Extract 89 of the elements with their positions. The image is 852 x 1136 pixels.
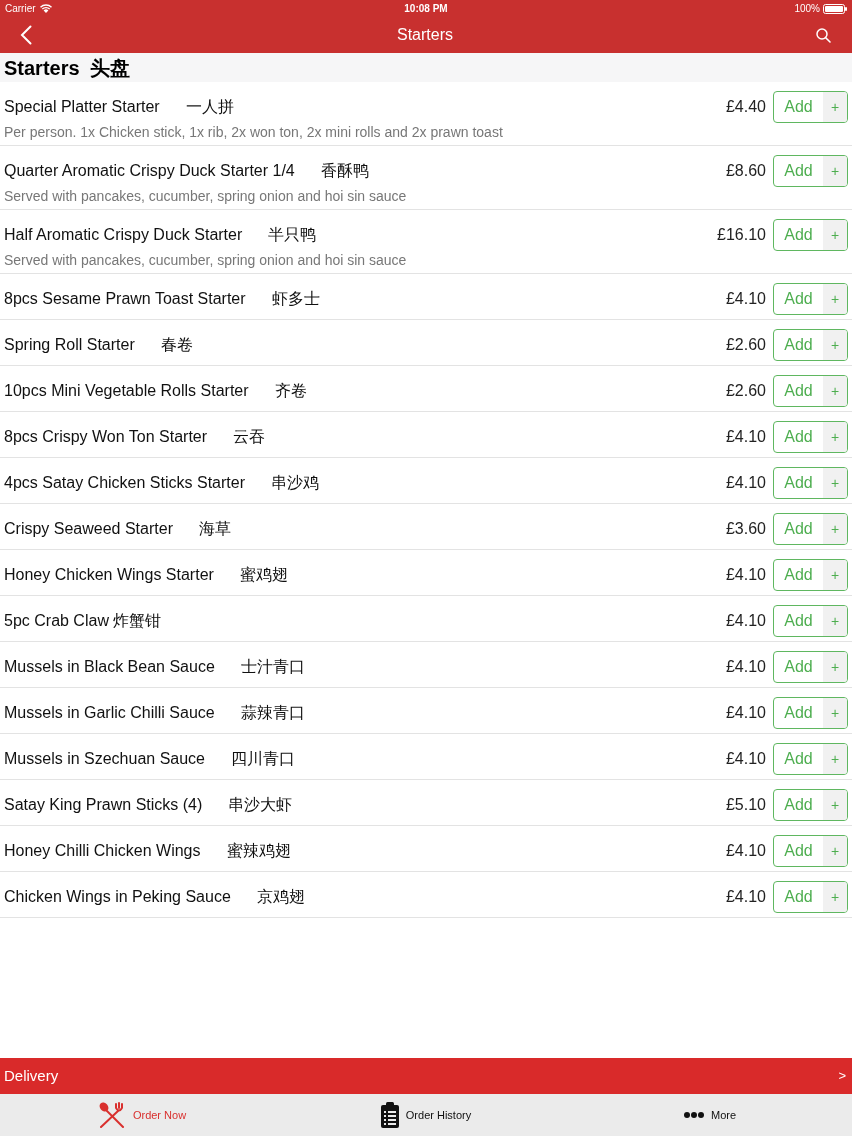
item-name: Satay King Prawn Sticks (4): [4, 795, 203, 815]
delivery-bar[interactable]: Delivery >: [0, 1058, 852, 1094]
item-name-chinese: 半只鸭: [268, 225, 317, 245]
item-name-chinese: 四川青口: [231, 749, 295, 769]
item-name: Mussels in Garlic Chilli Sauce: [4, 703, 215, 723]
item-name: Quarter Aromatic Crispy Duck Starter 1/4: [4, 161, 295, 181]
item-name-chinese: 蒜辣青口: [240, 703, 305, 723]
back-chevron-icon: [20, 25, 32, 45]
item-price: £4.10: [725, 289, 766, 309]
menu-item-row[interactable]: Mussels in Garlic Chilli Sauce 蒜辣青口 £4.10 Add +: [0, 688, 852, 734]
item-name: Half Aromatic Crispy Duck Starter: [4, 225, 243, 245]
menu-item-row[interactable]: Crispy Seaweed Starter 海草 £3.60 Add +: [0, 504, 852, 550]
item-price: £8.60: [725, 161, 766, 181]
nav-title: Starters: [397, 25, 453, 45]
status-time: 10:08 PM: [404, 2, 448, 16]
item-name-chinese: 蜜辣鸡翅: [226, 841, 291, 861]
menu-item-row[interactable]: Spring Roll Starter 春卷 £2.60 Add +: [0, 320, 852, 366]
item-price: £3.60: [725, 519, 766, 539]
menu-item-row[interactable]: Half Aromatic Crispy Duck Starter 半只鸭 £16.10 Add + Served with pancakes, cucumber, spring onion and hoi sin sauce: [0, 210, 852, 274]
item-price: £4.10: [725, 565, 766, 585]
menu-item-row[interactable]: 5pc Crab Claw 炸蟹钳 £4.10 Add +: [0, 596, 852, 642]
item-price: £4.10: [725, 841, 766, 861]
item-name: 4pcs Satay Chicken Sticks Starter: [4, 473, 245, 493]
item-price: £4.10: [725, 703, 766, 723]
menu-item-row[interactable]: Chicken Wings in Peking Sauce 京鸡翅 £4.10 Add +: [0, 872, 852, 918]
item-price: £4.10: [725, 427, 766, 447]
item-name-chinese: 串沙大虾: [228, 795, 293, 815]
item-name-chinese: 海草: [198, 519, 231, 539]
item-price: £2.60: [725, 335, 766, 355]
item-name-chinese: 一人拼: [185, 97, 234, 117]
item-name: Chicken Wings in Peking Sauce: [4, 887, 231, 907]
item-name: Mussels in Black Bean Sauce: [4, 657, 215, 677]
menu-item-row[interactable]: 10pcs Mini Vegetable Rolls Starter 齐卷 £2.60 Add +: [0, 366, 852, 412]
menu-item-row[interactable]: Special Platter Starter 一人拼 £4.40 Add + Per person. 1x Chicken stick, 1x rib, 2x won ton, 2x mini rolls and 2x prawn toast: [0, 82, 852, 146]
search-icon: [816, 27, 831, 43]
item-description: Served with pancakes, cucumber, spring onion and hoi sin sauce: [4, 187, 408, 205]
item-description: Per person. 1x Chicken stick, 1x rib, 2x won ton, 2x mini rolls and 2x prawn toast: [4, 123, 504, 141]
menu-item-row[interactable]: Honey Chilli Chicken Wings 蜜辣鸡翅 £4.10 Add +: [0, 826, 852, 872]
item-name: Mussels in Szechuan Sauce: [4, 749, 205, 769]
carrier-label: Carrier: [5, 2, 36, 16]
item-name: Honey Chilli Chicken Wings: [4, 841, 201, 861]
menu-item-row[interactable]: Quarter Aromatic Crispy Duck Starter 1/4 香酥鸭 £8.60 Add + Served with pancakes, cucumber, spring onion and hoi sin sauce: [0, 146, 852, 210]
item-price: £2.60: [725, 381, 766, 401]
item-name: Crispy Seaweed Starter: [4, 519, 173, 539]
item-price: £4.10: [725, 887, 766, 907]
menu-item-row[interactable]: 8pcs Sesame Prawn Toast Starter 虾多士 £4.10 Add +: [0, 274, 852, 320]
item-name-chinese: 虾多士: [271, 289, 320, 309]
more-dots-icon: [683, 1112, 704, 1118]
item-price: £4.40: [725, 97, 766, 117]
item-name: 5pc Crab Claw 炸蟹钳: [4, 611, 162, 631]
tab-item[interactable]: More: [568, 1094, 852, 1136]
item-name: Honey Chicken Wings Starter: [4, 565, 214, 585]
search-button[interactable]: [816, 27, 832, 43]
item-name: 8pcs Crispy Won Ton Starter: [4, 427, 208, 447]
menu-item-row[interactable]: 4pcs Satay Chicken Sticks Starter 串沙鸡 £4.10 Add +: [0, 458, 852, 504]
item-price: £4.10: [725, 611, 766, 631]
item-price: £5.10: [725, 795, 766, 815]
battery-icon: [823, 3, 847, 14]
item-price: £4.10: [725, 473, 766, 493]
crossed-fork-spoon-icon: [97, 1102, 126, 1128]
item-description: Served with pancakes, cucumber, spring onion and hoi sin sauce: [4, 251, 408, 269]
item-name-chinese: 京鸡翅: [256, 887, 305, 907]
tab-item[interactable]: Order History: [284, 1094, 568, 1136]
menu-item-row[interactable]: Mussels in Szechuan Sauce 四川青口 £4.10 Add +: [0, 734, 852, 780]
back-button[interactable]: [20, 24, 34, 46]
item-price: £16.10: [717, 225, 766, 245]
menu-item-row[interactable]: Honey Chicken Wings Starter 蜜鸡翅 £4.10 Add +: [0, 550, 852, 596]
item-name-chinese: 香酥鸭: [320, 161, 369, 181]
menu-item-row[interactable]: Mussels in Black Bean Sauce 士汁青口 £4.10 Add +: [0, 642, 852, 688]
item-name-chinese: 齐卷: [274, 381, 307, 401]
menu-item-row[interactable]: Satay King Prawn Sticks (4) 串沙大虾 £5.10 Add +: [0, 780, 852, 826]
section-title: Starters: [4, 55, 80, 81]
item-price: £4.10: [725, 657, 766, 677]
item-name: Special Platter Starter: [4, 97, 160, 117]
item-price: £4.10: [725, 749, 766, 769]
menu-item-row[interactable]: 8pcs Crispy Won Ton Starter 云吞 £4.10 Add +: [0, 412, 852, 458]
item-name: 10pcs Mini Vegetable Rolls Starter: [4, 381, 249, 401]
item-name: 8pcs Sesame Prawn Toast Starter: [4, 289, 246, 309]
item-name-chinese: 串沙鸡: [271, 473, 319, 493]
clipboard-list-icon: [380, 1102, 399, 1128]
tab-item[interactable]: Order Now: [0, 1094, 284, 1136]
item-name: Spring Roll Starter: [4, 335, 135, 355]
item-name-chinese: 蜜鸡翅: [239, 565, 288, 585]
battery-percent: 100%: [794, 2, 820, 16]
item-name-chinese: 春卷: [160, 335, 193, 355]
item-name-chinese: 云吞: [233, 427, 266, 447]
wifi-icon: [39, 4, 52, 13]
section-title-chinese: 头盘: [89, 55, 130, 81]
item-name-chinese: 士汁青口: [240, 657, 305, 677]
